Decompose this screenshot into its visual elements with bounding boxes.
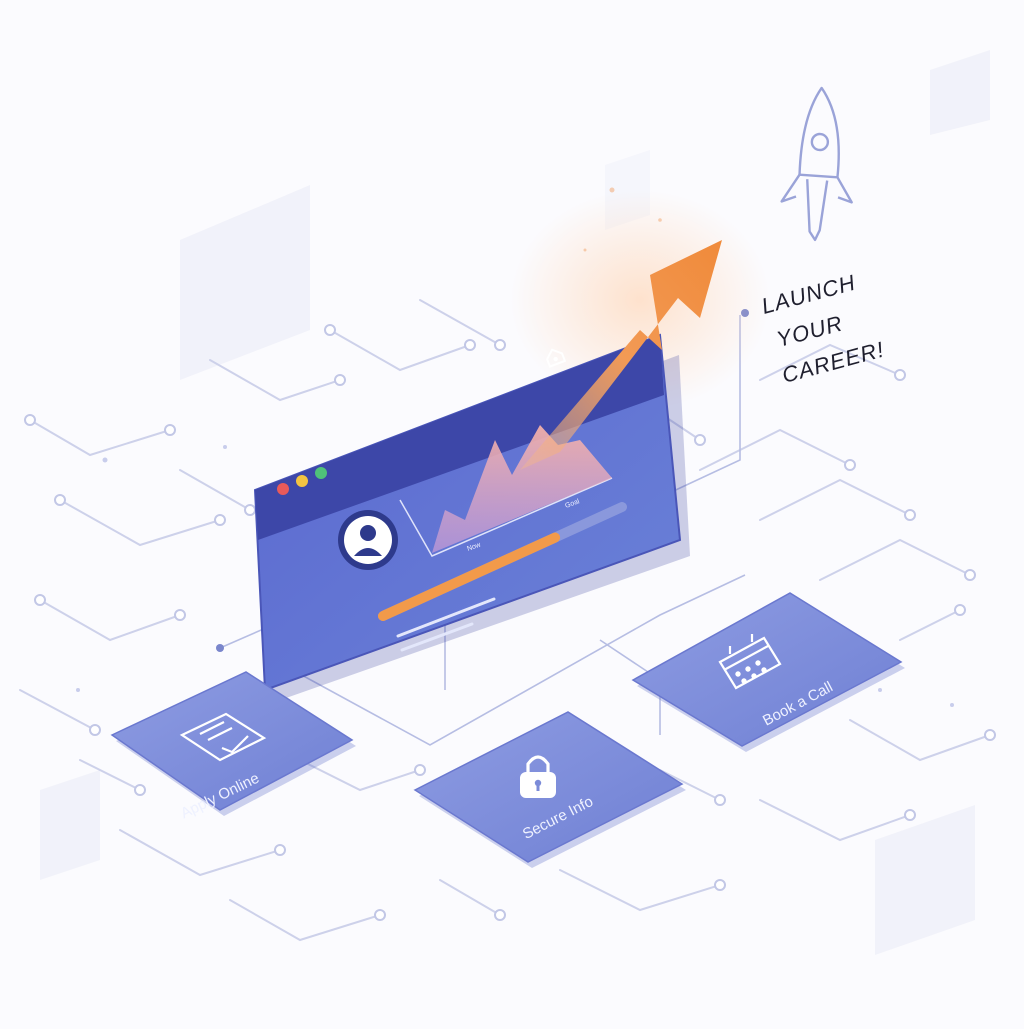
apply-online-tile[interactable]: Apply Online (110, 671, 356, 822)
user-icon (338, 510, 398, 570)
rocket-icon (780, 86, 853, 242)
headline-line2: YOUR (774, 310, 846, 352)
dashboard-window: Now Goal (253, 333, 690, 704)
illustration-canvas: Now Goal LAUNCH YOUR CAREER! Apply Onlin… (0, 0, 1024, 1024)
headline-line1: LAUNCH (759, 270, 859, 319)
secure-info-tile[interactable]: Secure Info (413, 711, 686, 868)
career-illustration: Now Goal LAUNCH YOUR CAREER! Apply Onlin… (19, 50, 996, 955)
window-close-dot[interactable] (277, 483, 289, 495)
window-maximize-dot[interactable] (315, 467, 327, 479)
connector-dot (216, 644, 224, 652)
window-minimize-dot[interactable] (296, 475, 308, 487)
